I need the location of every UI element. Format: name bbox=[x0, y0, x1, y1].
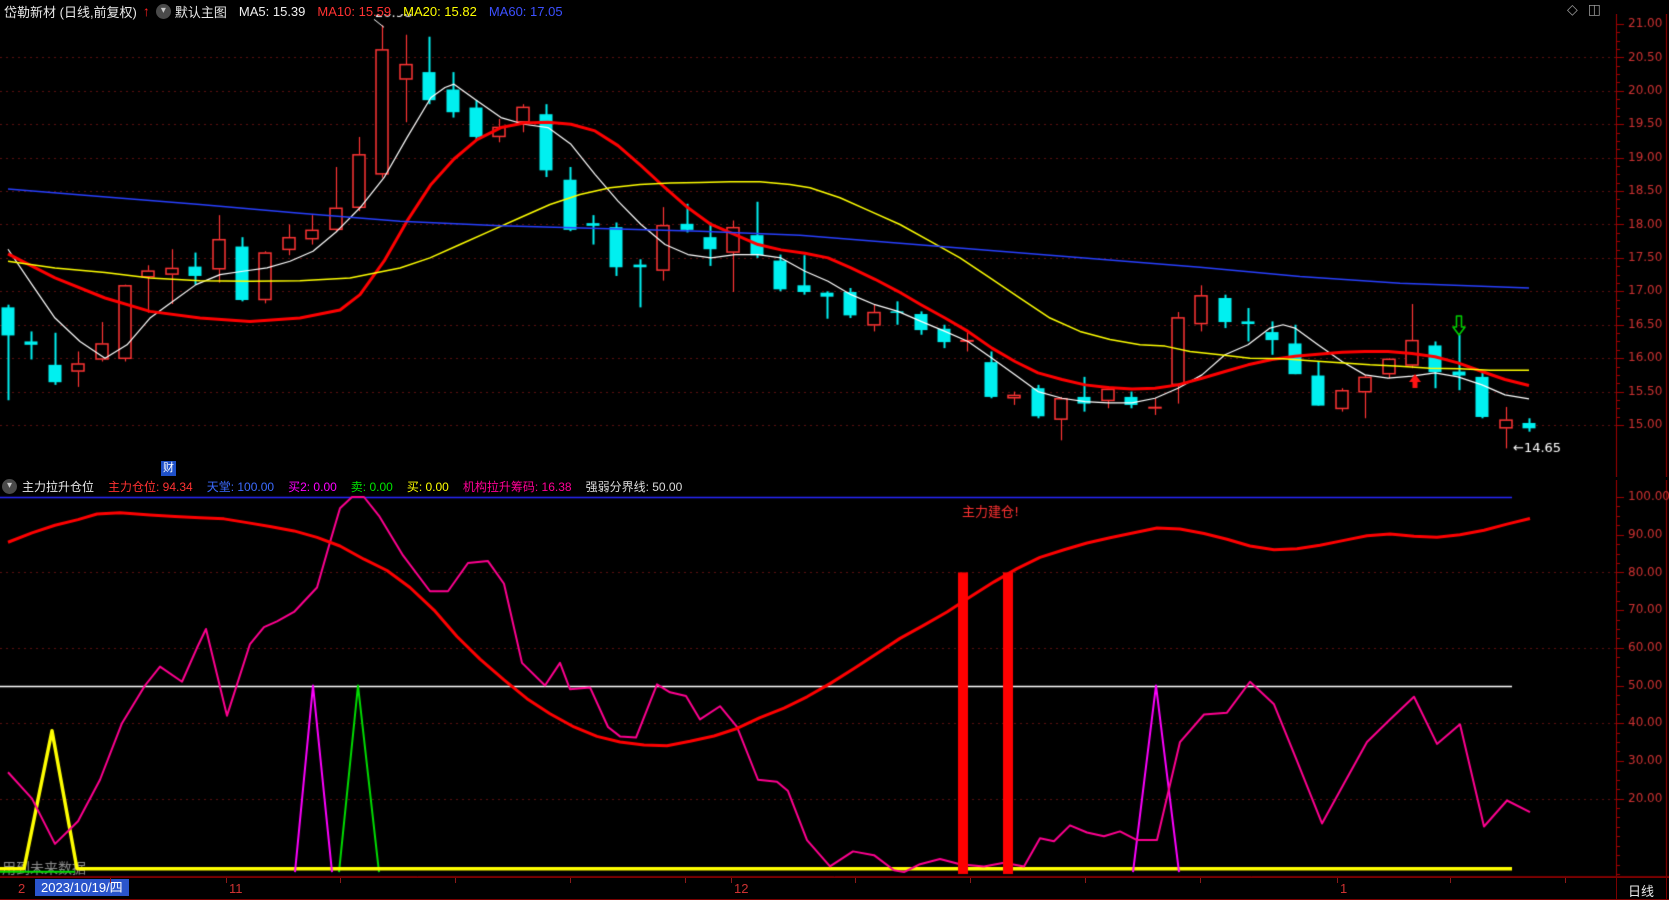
week-tick bbox=[685, 878, 686, 883]
diamond-icon[interactable]: ◇ bbox=[1567, 1, 1588, 17]
week-tick bbox=[855, 878, 856, 883]
main-chart-template-label[interactable]: 默认主图 bbox=[175, 2, 227, 21]
main-kline-chart[interactable] bbox=[0, 14, 1669, 477]
indicator-panel-chart[interactable] bbox=[0, 480, 1669, 877]
ma-label: MA60: 17.05 bbox=[489, 4, 563, 19]
finance-event-marker[interactable]: 财 bbox=[161, 461, 176, 476]
month-label: 1 bbox=[1340, 881, 1347, 896]
week-tick bbox=[340, 878, 341, 883]
ma-label: MA10: 15.59 bbox=[317, 4, 391, 19]
ma-label: MA5: 15.39 bbox=[239, 4, 306, 19]
week-tick bbox=[110, 878, 111, 883]
indicator-field: 卖: 0.00 bbox=[351, 480, 393, 494]
right-edge-divider bbox=[1666, 878, 1667, 899]
axis-divider bbox=[1616, 878, 1617, 899]
month-tick bbox=[226, 878, 227, 883]
indicator-field: 主力仓位: 94.34 bbox=[108, 480, 193, 494]
period-selector[interactable]: 日线 bbox=[1628, 881, 1654, 900]
week-tick bbox=[1200, 878, 1201, 883]
indicator-field: 买: 0.00 bbox=[407, 480, 449, 494]
indicator-field: 强弱分界线: 50.00 bbox=[586, 480, 683, 494]
week-tick bbox=[1085, 878, 1086, 883]
month-label: 11 bbox=[229, 881, 243, 896]
month-label: 12 bbox=[734, 881, 748, 896]
topbar-tool-icons: ◇◫ bbox=[1567, 1, 1611, 18]
clipped-year-label: 2 bbox=[18, 881, 25, 896]
stock-title: 岱勒新材 (日线,前复权) bbox=[4, 2, 137, 21]
ma-value-labels: MA5: 15.39 MA10: 15.59 MA20: 15.82 MA60: 17… bbox=[227, 4, 563, 19]
week-tick bbox=[970, 878, 971, 883]
selected-date-chip: 2023/10/19/四 bbox=[35, 879, 129, 896]
date-axis-bar[interactable]: 2 2023/10/19/四 11 12 1 日线 bbox=[0, 877, 1669, 900]
top-toolbar: 岱勒新材 (日线,前复权) ↑ ▾ 默认主图 MA5: 15.39 MA10: 1… bbox=[0, 0, 1669, 22]
panes-icon[interactable]: ◫ bbox=[1588, 1, 1611, 17]
indicator-field: 天堂: 100.00 bbox=[207, 480, 274, 494]
indicator-header: ▾ 主力拉升仓位 主力仓位: 94.34 天堂: 100.00 买2: 0.00 卖:… bbox=[0, 477, 1610, 496]
week-tick bbox=[455, 878, 456, 883]
month-tick bbox=[1337, 878, 1338, 883]
indicator-field: 机构拉升筹码: 16.38 bbox=[463, 480, 572, 494]
indicator-values: 主力仓位: 94.34 天堂: 100.00 买2: 0.00 卖: 0.00 买: 0… bbox=[94, 478, 682, 495]
indicator-name[interactable]: 主力拉升仓位 bbox=[22, 478, 94, 495]
trend-up-icon: ↑ bbox=[143, 3, 150, 19]
week-tick bbox=[570, 878, 571, 883]
chevron-down-icon[interactable]: ▾ bbox=[156, 4, 171, 19]
indicator-field: 买2: 0.00 bbox=[288, 480, 337, 494]
week-tick bbox=[1450, 878, 1451, 883]
week-tick bbox=[1565, 878, 1566, 883]
month-tick bbox=[731, 878, 732, 883]
collapse-icon[interactable]: ▾ bbox=[2, 479, 17, 494]
ma-label: MA20: 15.82 bbox=[403, 4, 477, 19]
